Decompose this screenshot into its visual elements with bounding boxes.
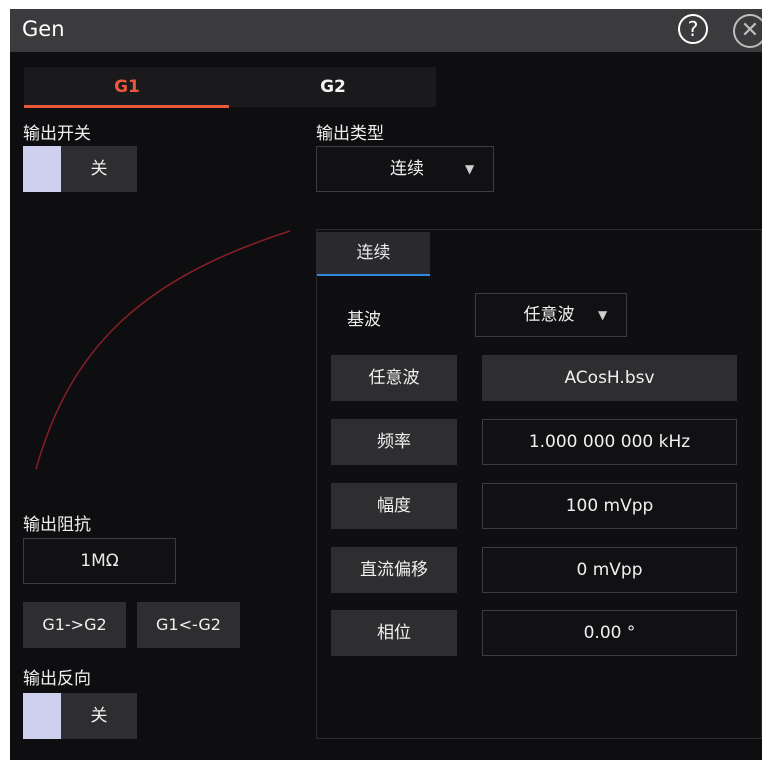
chevron-down-icon: ▼	[598, 308, 608, 322]
output-invert-label: 输出反向	[23, 669, 91, 689]
dc-offset-field[interactable]: 0 mVpp	[482, 547, 737, 593]
dropdown-value: 任意波	[523, 305, 575, 325]
base-wave-dropdown[interactable]: 任意波 ▼	[475, 293, 627, 337]
close-icon[interactable]: ✕	[733, 14, 762, 48]
toggle-knob	[23, 693, 61, 739]
generator-window: Gen ? ✕ G1 G2 输出开关 关 输出类型 连续 ▼ 输出阻抗 1MΩ …	[10, 9, 762, 760]
output-impedance-label: 输出阻抗	[23, 515, 91, 535]
subtab-indicator	[317, 274, 430, 276]
toggle-state-label: 关	[90, 706, 108, 726]
output-invert-toggle[interactable]: 关	[23, 693, 137, 739]
phase-button[interactable]: 相位	[331, 610, 457, 656]
frequency-field[interactable]: 1.000 000 000 kHz	[482, 419, 737, 465]
output-impedance-field[interactable]: 1MΩ	[23, 538, 176, 584]
frequency-button[interactable]: 频率	[331, 419, 457, 465]
arbitrary-wave-file-field[interactable]: ACosH.bsv	[482, 355, 737, 401]
amplitude-button[interactable]: 幅度	[331, 483, 457, 529]
waveform-preview	[35, 230, 291, 470]
chevron-down-icon: ▼	[465, 162, 475, 176]
copy-g2-to-g1-button[interactable]: G1<-G2	[137, 602, 240, 648]
base-wave-label: 基波	[347, 310, 381, 330]
dropdown-value: 连续	[390, 159, 424, 179]
output-type-label: 输出类型	[316, 124, 384, 144]
amplitude-field[interactable]: 100 mVpp	[482, 483, 737, 529]
copy-g1-to-g2-button[interactable]: G1->G2	[23, 602, 126, 648]
help-icon[interactable]: ?	[678, 14, 708, 44]
tab-continuous[interactable]: 连续	[317, 232, 430, 275]
arbitrary-wave-button[interactable]: 任意波	[331, 355, 457, 401]
output-type-dropdown[interactable]: 连续 ▼	[316, 146, 494, 192]
preview-curve	[35, 230, 291, 470]
phase-field[interactable]: 0.00 °	[482, 610, 737, 656]
dc-offset-button[interactable]: 直流偏移	[331, 547, 457, 593]
